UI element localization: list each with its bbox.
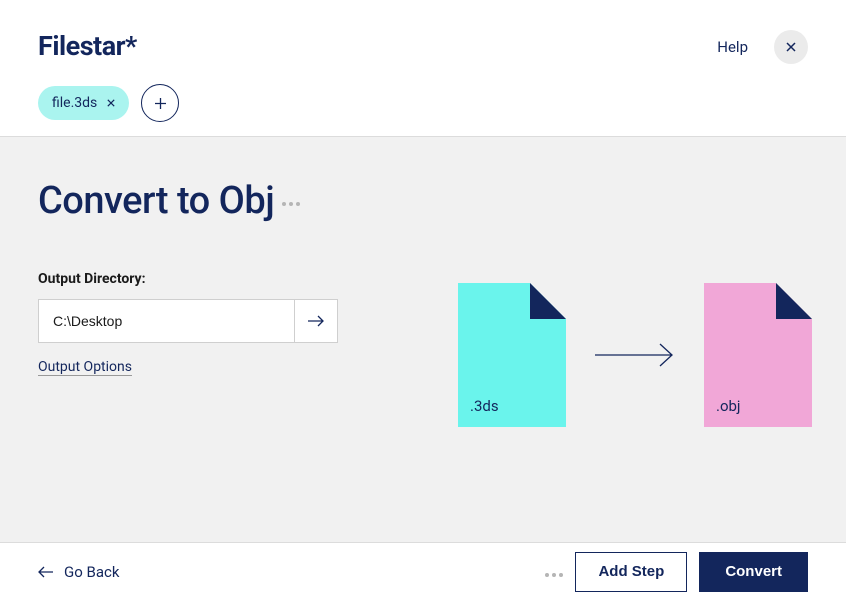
output-directory-row	[38, 299, 338, 343]
output-directory-label: Output Directory:	[38, 271, 338, 287]
file-chips-row: file.3ds	[38, 84, 179, 122]
output-directory-input[interactable]	[38, 299, 294, 343]
file-chip[interactable]: file.3ds	[38, 86, 129, 120]
go-back-button[interactable]: Go Back	[38, 563, 119, 581]
target-file-card: .obj	[704, 283, 812, 427]
go-back-label: Go Back	[64, 563, 119, 581]
more-options-icon[interactable]	[282, 202, 300, 206]
header: Filestar* file.3ds Help	[0, 0, 846, 122]
browse-button[interactable]	[294, 299, 338, 343]
footer: Go Back Add Step Convert	[0, 542, 846, 600]
file-fold-icon	[776, 283, 812, 319]
source-file-ext: .3ds	[470, 397, 499, 415]
header-left: Filestar* file.3ds	[38, 30, 179, 122]
arrow-right-icon	[307, 314, 325, 328]
add-file-button[interactable]	[141, 84, 179, 122]
output-options-link[interactable]: Output Options	[38, 359, 132, 375]
arrow-left-icon	[38, 566, 54, 578]
page-title-row: Convert to Obj	[38, 179, 808, 223]
footer-actions: Add Step Convert	[545, 552, 808, 592]
source-file-card: .3ds	[458, 283, 566, 427]
target-file-ext: .obj	[716, 397, 741, 415]
file-chip-label: file.3ds	[52, 95, 97, 111]
add-step-button[interactable]: Add Step	[575, 552, 687, 592]
content-row: Output Directory: Output Options .3ds	[38, 271, 808, 427]
file-fold-icon	[530, 283, 566, 319]
arrow-icon	[594, 343, 676, 367]
output-settings: Output Directory: Output Options	[38, 271, 338, 427]
logo: Filestar*	[38, 30, 179, 62]
close-icon	[786, 42, 796, 52]
convert-button[interactable]: Convert	[699, 552, 808, 592]
logo-asterisk: *	[125, 30, 137, 62]
file-chip-remove-icon[interactable]	[107, 99, 115, 107]
page-title: Convert to Obj	[38, 179, 274, 223]
header-right: Help	[717, 30, 808, 64]
close-button[interactable]	[774, 30, 808, 64]
help-link[interactable]: Help	[717, 38, 748, 56]
footer-more-icon[interactable]	[545, 573, 563, 577]
conversion-preview: .3ds .obj	[458, 283, 812, 427]
main-area: Convert to Obj Output Directory: Output …	[0, 136, 846, 556]
logo-text: Filestar	[38, 30, 125, 62]
